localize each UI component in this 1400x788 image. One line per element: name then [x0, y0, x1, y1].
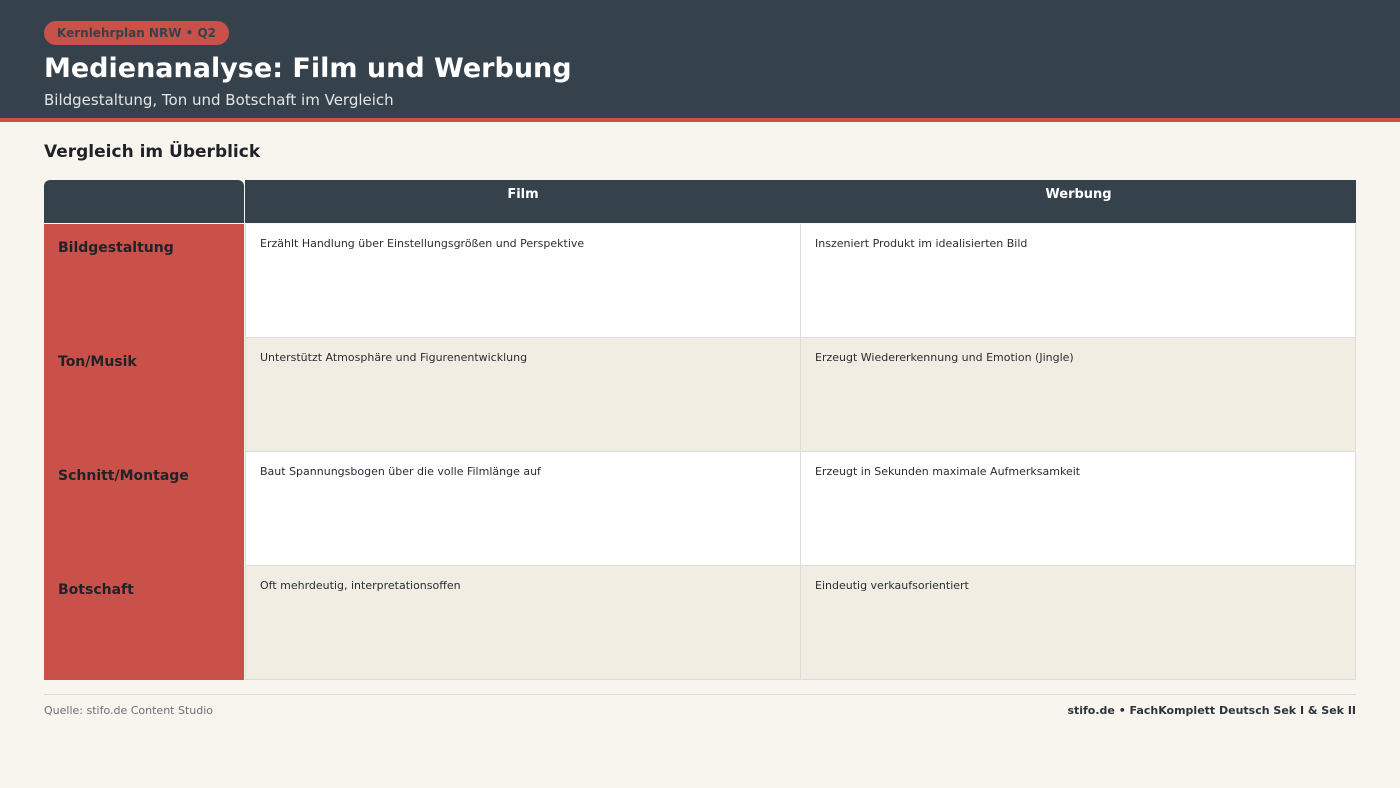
table-cell-werbung: Erzeugt in Sekunden maximale Aufmerksamk… [801, 452, 1356, 566]
table-cell-werbung: Eindeutig verkaufsorientiert [801, 566, 1356, 680]
table-cell-film: Erzählt Handlung über Einstellungsgrößen… [245, 224, 801, 338]
table-cell-werbung: Erzeugt Wiedererkennung und Emotion (Jin… [801, 338, 1356, 452]
header-accent-rule [0, 118, 1400, 122]
footer-brand: stifo.de • FachKomplett Deutsch Sek I & … [1067, 704, 1356, 717]
table-cell-film: Baut Spannungsbogen über die volle Filml… [245, 452, 801, 566]
table-row: Bildgestaltung Erzählt Handlung über Ein… [44, 224, 1356, 338]
column-header-film: Film [245, 180, 801, 223]
table-row: Schnitt/Montage Baut Spannungsbogen über… [44, 452, 1356, 566]
table-header-corner [44, 180, 244, 223]
footer-source: Quelle: stifo.de Content Studio [44, 704, 214, 717]
row-label-bildgestaltung: Bildgestaltung [44, 224, 244, 338]
row-label-schnitt-montage: Schnitt/Montage [44, 452, 244, 566]
column-header-werbung: Werbung [801, 180, 1356, 223]
table-cell-film: Oft mehrdeutig, interpretationsoffen [245, 566, 801, 680]
table-header-row: Film Werbung [44, 180, 1356, 224]
table-cell-werbung: Inszeniert Produkt im idealisierten Bild [801, 224, 1356, 338]
row-label-ton-musik: Ton/Musik [44, 338, 244, 452]
page-subtitle: Bildgestaltung, Ton und Botschaft im Ver… [44, 91, 394, 109]
table-row: Ton/Musik Unterstützt Atmosphäre und Fig… [44, 338, 1356, 452]
curriculum-badge: Kernlehrplan NRW • Q2 [44, 21, 230, 45]
footer-divider [44, 694, 1356, 695]
section-title: Vergleich im Überblick [44, 142, 261, 162]
header-banner: Kernlehrplan NRW • Q2 Medienanalyse: Fil… [0, 0, 1400, 118]
table-cell-film: Unterstützt Atmosphäre und Figurenentwic… [245, 338, 801, 452]
page-title: Medienanalyse: Film und Werbung [44, 53, 572, 84]
row-label-botschaft: Botschaft [44, 566, 244, 680]
table-row: Botschaft Oft mehrdeutig, interpretation… [44, 566, 1356, 680]
comparison-table: Film Werbung Bildgestaltung Erzählt Hand… [44, 180, 1356, 680]
